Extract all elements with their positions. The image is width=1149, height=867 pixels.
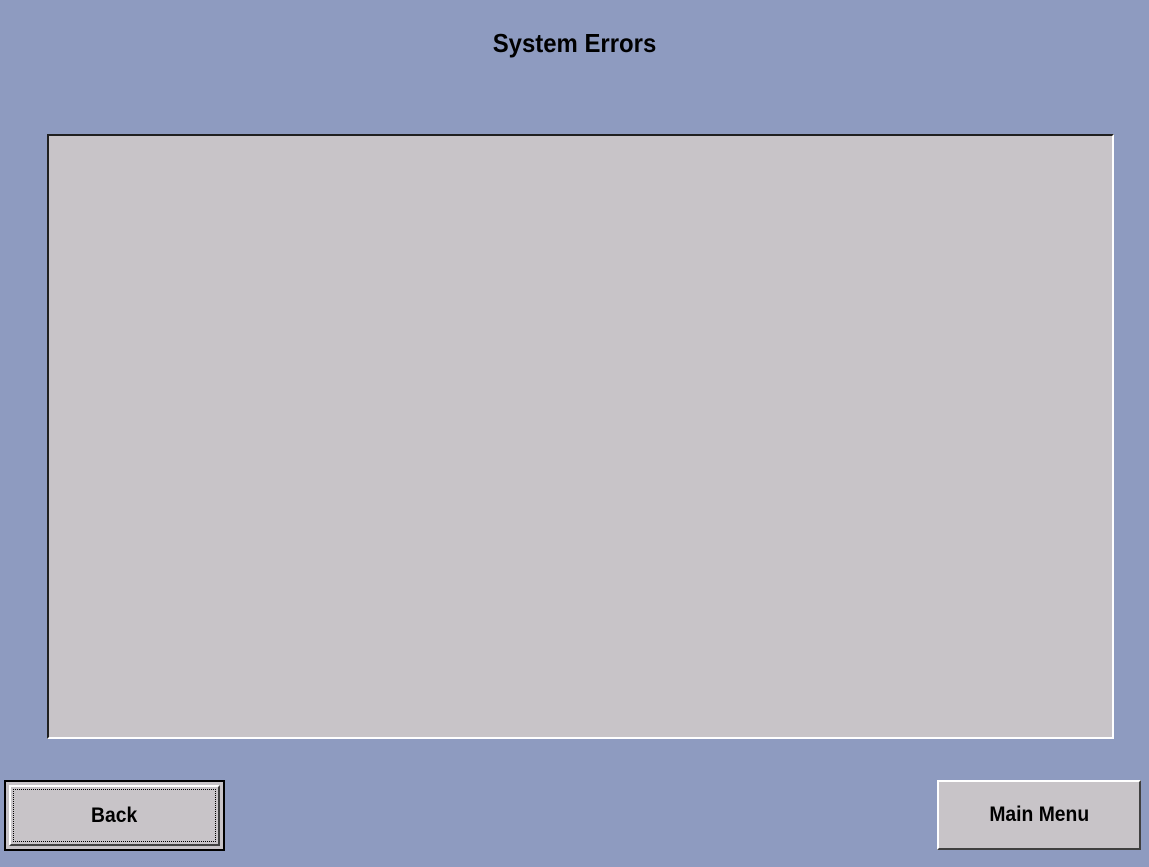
error-list[interactable] (47, 134, 1114, 739)
page-title: System Errors (492, 28, 657, 58)
main-menu-button-label: Main Menu (989, 803, 1089, 826)
back-button-label: Back (91, 803, 138, 827)
back-button[interactable]: Back (4, 780, 225, 851)
main-menu-button[interactable]: Main Menu (937, 780, 1141, 850)
system-errors-screen: System Errors Back Main Menu (0, 0, 1149, 867)
